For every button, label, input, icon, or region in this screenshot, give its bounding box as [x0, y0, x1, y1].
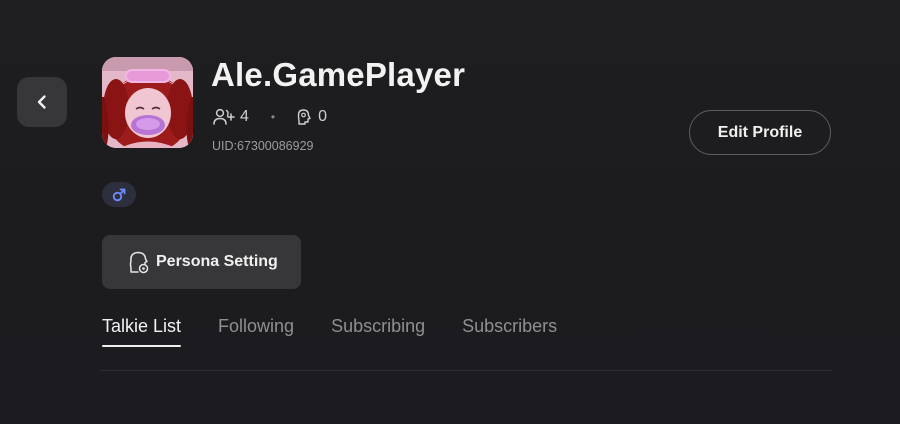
likes-stat[interactable]: 0	[295, 108, 327, 126]
stats-separator: •	[270, 110, 276, 124]
user-id: UID:67300086929	[212, 139, 314, 153]
back-button[interactable]	[17, 77, 67, 127]
persona-setting-button[interactable]: Persona Setting	[102, 235, 301, 289]
tab-subscribing[interactable]: Subscribing	[331, 316, 425, 347]
users-plus-icon	[213, 108, 235, 125]
head-icon	[297, 109, 311, 125]
followers-count: 4	[240, 108, 249, 125]
gender-badge	[102, 182, 136, 207]
tab-talkie-list[interactable]: Talkie List	[102, 316, 182, 347]
persona-setting-label: Persona Setting	[156, 253, 278, 270]
tab-subscribers[interactable]: Subscribers	[462, 316, 557, 347]
male-icon	[112, 188, 126, 201]
tabs-divider	[100, 370, 832, 371]
edit-profile-button[interactable]: Edit Profile	[689, 110, 831, 155]
likes-count: 0	[318, 108, 328, 125]
tab-following[interactable]: Following	[218, 316, 294, 347]
chevron-left-icon	[37, 95, 46, 109]
profile-stats: 4 • 0	[213, 107, 327, 127]
profile-name: Ale.GamePlayer	[211, 56, 466, 93]
profile-tabs: Talkie List Following Subscribing Subscr…	[102, 316, 557, 347]
followers-stat[interactable]: 4	[213, 108, 249, 126]
persona-gear-icon	[129, 251, 149, 274]
avatar-image	[102, 57, 193, 148]
avatar[interactable]	[102, 57, 193, 148]
